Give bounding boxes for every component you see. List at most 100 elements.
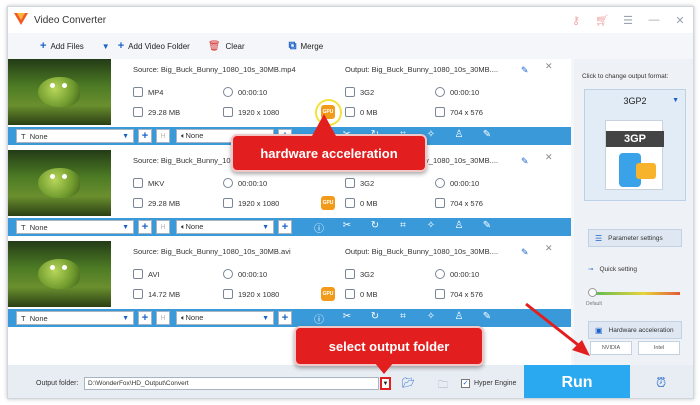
output-duration: 00:00:10 — [435, 178, 479, 188]
sliders-icon: ☰ — [595, 233, 603, 243]
gpu-icon: GPU — [321, 196, 335, 210]
minimize-icon[interactable]: — — [641, 14, 667, 26]
audio-dropdown[interactable]: 🔈︎None▼ — [176, 220, 274, 234]
subtitle-dropdown[interactable]: T None ▼ — [16, 220, 134, 234]
remove-file-icon[interactable]: ✕ — [545, 152, 553, 163]
subtitle-h-icon[interactable]: H — [156, 220, 170, 234]
resolution-icon — [435, 289, 445, 299]
add-files-dropdown-icon[interactable]: ▼ — [102, 42, 110, 51]
cart-icon[interactable]: 🛒︎ — [589, 14, 615, 27]
source-size: 29.28 MB — [133, 198, 180, 208]
source-duration: 00:00:10 — [223, 87, 267, 97]
video-thumbnail[interactable] — [8, 59, 111, 125]
resolution-icon — [223, 289, 233, 299]
clock-icon — [435, 269, 445, 279]
video-thumbnail[interactable] — [8, 241, 111, 307]
output-resolution: 704 x 576 — [435, 198, 483, 208]
key-icon[interactable]: ⚷ — [563, 14, 589, 27]
hardware-acceleration-button[interactable]: ▣ Hardware acceleration — [588, 321, 682, 339]
trim-icon[interactable]: ✂ — [333, 311, 361, 326]
audio-dropdown[interactable]: 🔈︎None▼ — [176, 311, 274, 325]
format-icon — [345, 87, 355, 97]
plus-icon: + — [117, 40, 125, 52]
crop-icon[interactable]: ⌗ — [389, 220, 417, 235]
remove-file-icon[interactable]: ✕ — [545, 61, 553, 72]
trim-icon[interactable]: ✂ — [333, 220, 361, 235]
format-icon — [133, 269, 143, 279]
output-size: 0 MB — [345, 289, 378, 299]
parameter-settings-button[interactable]: ☰ Parameter settings — [588, 229, 682, 247]
merge-button[interactable]: ⧉ Merge — [289, 40, 324, 53]
quality-slider-handle[interactable] — [588, 288, 597, 297]
hyper-engine-checkbox[interactable]: ✓ Hyper Engine — [461, 379, 516, 388]
intel-checkbox[interactable]: Intel — [638, 341, 680, 355]
subtitle-h-icon[interactable]: H — [156, 311, 170, 325]
file-list: Source: Big_Buck_Bunny_1080_10s_30MB.mp4… — [8, 59, 571, 365]
watermark-icon[interactable]: ♙ — [445, 129, 473, 144]
quick-setting-icon: ⊸ — [588, 266, 594, 273]
remove-file-icon[interactable]: ✕ — [545, 243, 553, 254]
callout-pointer-icon — [312, 114, 336, 136]
edit-output-icon[interactable]: ✎ — [521, 247, 529, 258]
edit-output-icon[interactable]: ✎ — [521, 156, 529, 167]
alarm-clock-icon[interactable]: ⏰︎ — [656, 375, 666, 391]
edit-tools: ⓘ✂↻⌗✧♙✎ — [305, 311, 501, 326]
output-size: 0 MB — [345, 198, 378, 208]
effects-icon[interactable]: ✧ — [417, 220, 445, 235]
add-subtitle-button[interactable]: + — [138, 129, 152, 143]
edit-tools: ⓘ✂↻⌗✧♙✎ — [305, 220, 501, 235]
merge-icon: ⧉ — [288, 39, 297, 52]
add-files-button[interactable]: + Add Files — [40, 40, 84, 52]
add-audio-button[interactable]: + — [278, 220, 292, 234]
run-button[interactable]: Run — [524, 365, 630, 398]
menu-icon[interactable]: ☰ — [615, 14, 641, 27]
open-folder-icon[interactable]: 📂︎ — [402, 378, 415, 389]
format-icon — [345, 178, 355, 188]
rotate-icon[interactable]: ↻ — [361, 311, 389, 326]
add-subtitle-button[interactable]: + — [138, 220, 152, 234]
add-video-folder-button[interactable]: + Add Video Folder — [118, 40, 190, 52]
output-format-selector[interactable]: 3GP2 ▼ 3GP — [584, 89, 686, 201]
quality-slider[interactable] — [590, 292, 680, 295]
video-thumbnail[interactable] — [8, 150, 111, 216]
watermark-icon[interactable]: ♙ — [445, 220, 473, 235]
add-subtitle-button[interactable]: + — [138, 311, 152, 325]
file-size-icon — [133, 107, 143, 117]
source-size: 29.28 MB — [133, 107, 180, 117]
subtitle-dropdown[interactable]: T None ▼ — [16, 311, 134, 325]
format-icon — [345, 269, 355, 279]
crop-icon[interactable]: ⌗ — [389, 311, 417, 326]
add-audio-button[interactable]: + — [278, 311, 292, 325]
resolution-icon — [223, 107, 233, 117]
edit-icon[interactable]: ✎ — [473, 311, 501, 326]
chevron-down-icon: ▼ — [672, 97, 679, 104]
watermark-icon[interactable]: ♙ — [445, 311, 473, 326]
edit-icon[interactable]: ✎ — [473, 220, 501, 235]
edit-output-icon[interactable]: ✎ — [521, 65, 529, 76]
edit-icon[interactable]: ✎ — [473, 129, 501, 144]
clear-button[interactable]: 🗑︎ Clear — [208, 41, 245, 52]
output-folder-icon[interactable]: 🗀 — [438, 378, 448, 395]
source-format: AVI — [133, 269, 160, 279]
file-row[interactable]: Source: Big_Buck_Bunny_1080_10s_30MB.avi… — [8, 241, 571, 330]
output-format: 3G2 — [345, 269, 374, 279]
clock-icon — [223, 269, 233, 279]
chevron-down-icon: ▼ — [122, 223, 129, 231]
close-window-icon[interactable]: ✕ — [667, 14, 693, 27]
subtitle-dropdown[interactable]: T None ▼ — [16, 129, 134, 143]
effects-icon[interactable]: ✧ — [417, 311, 445, 326]
subtitle-h-icon[interactable]: H — [156, 129, 170, 143]
source-duration: 00:00:10 — [223, 178, 267, 188]
quick-setting-label: ⊸ Quick setting — [588, 265, 638, 274]
3gp-file-icon: 3GP — [605, 120, 664, 190]
info-icon[interactable]: ⓘ — [305, 311, 333, 326]
format-icon — [133, 178, 143, 188]
output-folder-dropdown[interactable]: ▼ — [380, 377, 391, 390]
info-icon[interactable]: ⓘ — [305, 220, 333, 235]
source-format: MP4 — [133, 87, 163, 97]
file-size-icon — [133, 289, 143, 299]
resolution-icon — [223, 198, 233, 208]
output-format-name: 3GP2 — [623, 96, 647, 106]
output-folder-input[interactable]: D:\WonderFox\HD_Output\Convert — [84, 377, 379, 390]
rotate-icon[interactable]: ↻ — [361, 220, 389, 235]
